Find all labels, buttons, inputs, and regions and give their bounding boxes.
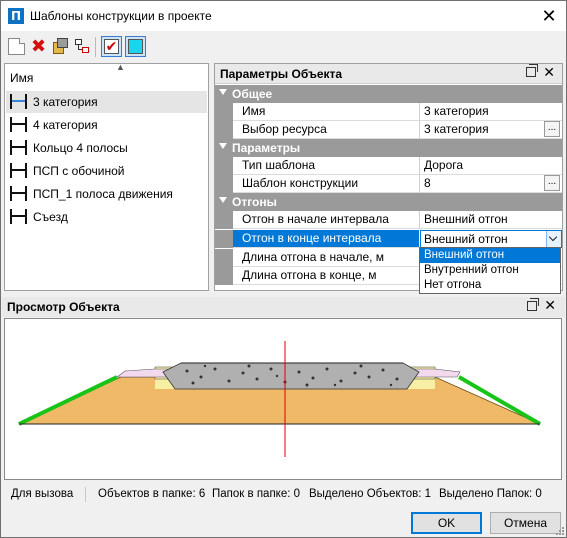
property-name: Тип шаблона — [233, 157, 419, 175]
column-header-name[interactable]: Имя — [10, 71, 33, 85]
list-item-label: ПСП с обочиной — [33, 164, 125, 178]
fill-icon[interactable] — [125, 36, 146, 57]
close-button[interactable]: ✕ — [538, 5, 560, 27]
ellipsis-button[interactable]: ... — [544, 121, 560, 137]
property-value[interactable]: 8 — [419, 175, 562, 193]
property-row-template-type[interactable]: Тип шаблона Дорога — [215, 157, 562, 175]
show-check-icon[interactable]: ✔ — [101, 36, 122, 57]
status-bar: Для вызова контекстного меню Объектов в … — [1, 486, 566, 504]
resize-grip-icon[interactable] — [554, 525, 564, 535]
new-icon[interactable] — [8, 38, 25, 55]
tree-icon[interactable] — [74, 38, 91, 55]
property-name: Выбор ресурса — [233, 121, 419, 139]
app-icon: П — [8, 8, 24, 24]
category-parameters[interactable]: Параметры — [215, 139, 562, 157]
property-row-name[interactable]: Имя 3 категория — [215, 103, 562, 121]
property-row-construction-template[interactable]: Шаблон конструкции 8 ... — [215, 175, 562, 193]
property-value[interactable]: 3 категория — [419, 103, 562, 121]
window-title: Шаблоны конструкции в проекте — [30, 9, 212, 23]
preview-header: Просмотр Объекта ✕ — [2, 297, 565, 317]
property-row-transition-start[interactable]: Отгон в начале интервала Внешний отгон — [215, 211, 562, 229]
template-icon — [10, 117, 27, 132]
delete-icon[interactable]: ✖ — [30, 38, 47, 56]
property-name: Имя — [233, 103, 419, 121]
combo-value: Внешний отгон — [424, 232, 508, 246]
ellipsis-button[interactable]: ... — [544, 175, 560, 191]
list-item[interactable]: 3 категория — [6, 91, 207, 113]
properties-header: Параметры Объекта ✕ — [215, 64, 562, 84]
title-bar: П Шаблоны конструкции в проекте ✕ — [1, 1, 566, 31]
toolbar-separator — [95, 37, 96, 57]
status-selected-folders: Выделено Папок: 0 — [439, 488, 542, 500]
properties-title: Параметры Объекта — [220, 67, 343, 81]
list-item-label: 4 категория — [33, 118, 98, 132]
property-value[interactable]: Дорога — [419, 157, 562, 175]
collapse-icon[interactable] — [219, 143, 227, 149]
list-item[interactable]: ПСП с обочиной — [6, 160, 207, 182]
restore-icon[interactable] — [527, 298, 539, 311]
template-icon — [10, 94, 27, 109]
sort-arrow-icon: ▲ — [116, 62, 125, 72]
list-item-label: Съезд — [33, 210, 68, 224]
status-objects: Объектов в папке: 6 — [98, 488, 206, 500]
category-transitions[interactable]: Отгоны — [215, 193, 562, 211]
properties-close-icon[interactable]: ✕ — [543, 64, 555, 81]
property-name: Длина отгона в конце, м — [233, 267, 419, 285]
toolbar: ✖ ✔ — [1, 31, 566, 61]
preview-panel: Просмотр Объекта ✕ — [1, 297, 566, 480]
template-list: ▲ Имя 3 категория 4 категория Кольцо 4 п… — [4, 62, 209, 291]
chevron-down-icon[interactable] — [546, 231, 561, 247]
collapse-icon[interactable] — [219, 197, 227, 203]
preview-close-icon[interactable]: ✕ — [544, 297, 556, 314]
list-item[interactable]: 4 категория — [6, 114, 207, 136]
transition-dropdown-list: Внешний отгон Внутренний отгон Нет отгон… — [419, 247, 561, 294]
ok-button[interactable]: OK — [411, 512, 482, 534]
status-selected-objects: Выделено Объектов: 1 — [309, 488, 432, 500]
list-item-label: 3 категория — [33, 95, 98, 109]
property-name: Шаблон конструкции — [233, 175, 419, 193]
property-name: Длина отгона в начале, м — [233, 249, 419, 267]
status-hint: Для вызова контекстного меню — [11, 488, 77, 500]
transition-end-combo[interactable]: Внешний отгон — [420, 230, 562, 248]
list-item[interactable]: Кольцо 4 полосы — [6, 137, 207, 159]
restore-icon[interactable] — [526, 64, 538, 77]
category-label: Общее — [232, 87, 273, 101]
dropdown-option[interactable]: Нет отгона — [420, 278, 560, 293]
status-folders: Папок в папке: 0 — [212, 488, 301, 500]
properties-icon[interactable] — [52, 38, 69, 55]
road-cross-section — [18, 341, 542, 457]
property-name: Отгон в конце интервала — [233, 230, 419, 248]
collapse-icon[interactable] — [219, 89, 227, 95]
cancel-button[interactable]: Отмена — [490, 512, 561, 534]
category-general[interactable]: Общее — [215, 85, 562, 103]
list-item[interactable]: Съезд — [6, 206, 207, 228]
property-name: Отгон в начале интервала — [233, 211, 419, 229]
dropdown-option[interactable]: Внутренний отгон — [420, 263, 560, 278]
template-icon — [10, 163, 27, 178]
template-icon — [10, 209, 27, 224]
dropdown-option[interactable]: Внешний отгон — [420, 248, 560, 263]
template-icon — [10, 140, 27, 155]
template-icon — [10, 186, 27, 201]
dialog-window: П Шаблоны конструкции в проекте ✕ ✖ ✔ ▲ … — [0, 0, 567, 538]
list-item[interactable]: ПСП_1 полоса движения — [6, 183, 207, 205]
property-value[interactable]: Внешний отгон — [419, 211, 562, 229]
category-label: Отгоны — [232, 195, 277, 209]
category-label: Параметры — [232, 141, 301, 155]
property-row-resource[interactable]: Выбор ресурса 3 категория ... — [215, 121, 562, 139]
list-item-label: Кольцо 4 полосы — [33, 141, 128, 155]
property-value[interactable]: 3 категория — [419, 121, 562, 139]
list-item-label: ПСП_1 полоса движения — [33, 187, 173, 201]
preview-canvas[interactable] — [4, 318, 562, 480]
property-row-transition-end[interactable]: Отгон в конце интервала Внешний отгон — [215, 230, 562, 248]
preview-title: Просмотр Объекта — [7, 300, 120, 314]
